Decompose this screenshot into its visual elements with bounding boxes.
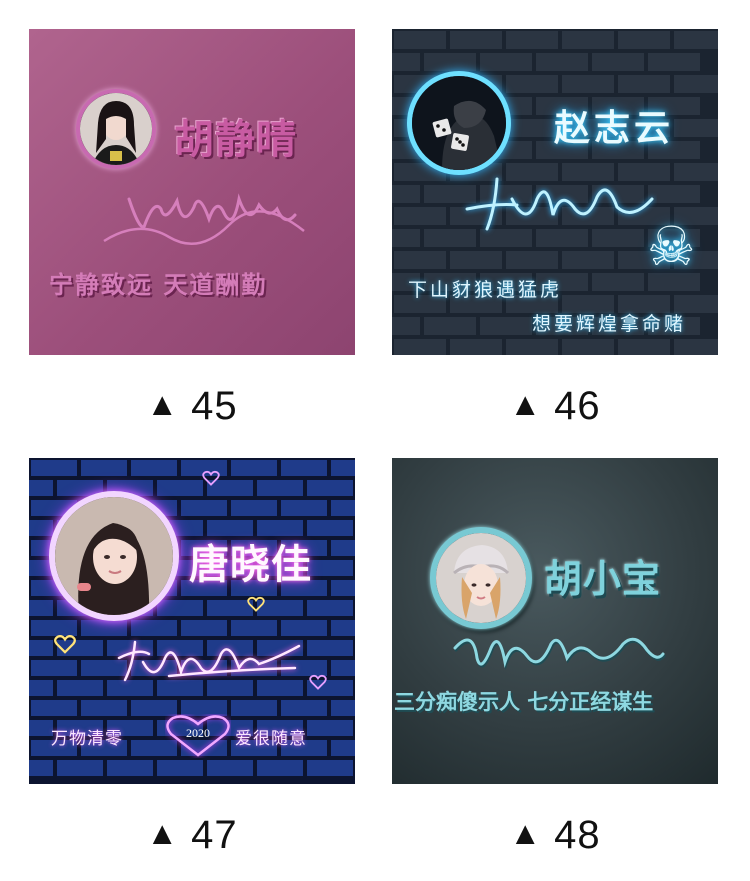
triangle-icon: ▲ [509, 815, 543, 851]
handwritten-signature [465, 177, 654, 231]
year-text: 2020 [186, 726, 210, 740]
caption-46: ▲ 46 [392, 384, 718, 429]
handwritten-signature [453, 637, 665, 668]
caption-48: ▲ 48 [392, 813, 718, 858]
motto-left-text: 万物清零 [51, 729, 123, 749]
avatar [407, 71, 511, 175]
signature-card-45[interactable]: 胡静晴 宁静致远 天道酬勤 [29, 29, 355, 355]
skull-icon: ☠ [647, 215, 696, 278]
heart-icon [247, 596, 265, 612]
avatar [430, 527, 532, 629]
heart-icon [202, 470, 220, 486]
triangle-icon: ▲ [509, 386, 543, 422]
name-title: 胡小宝 [544, 557, 662, 601]
triangle-icon: ▲ [146, 815, 180, 851]
slogan-line-2: 想要辉煌拿命赌 [532, 313, 687, 335]
caption-number: 47 [191, 813, 238, 857]
caption-number: 45 [191, 384, 238, 428]
signature-card-46[interactable]: 赵志云 ☠ 下山豺狼遇猛虎 想要辉煌拿命赌 [392, 29, 718, 355]
caption-number: 48 [554, 813, 601, 857]
avatar [76, 89, 156, 169]
caption-47: ▲ 47 [29, 813, 355, 858]
avatar [49, 491, 179, 621]
name-title: 唐晓佳 [189, 542, 312, 588]
signature-card-48[interactable]: 胡小宝 三分痴傻示人 七分正经谋生 [392, 458, 718, 784]
name-title: 赵志云 [554, 108, 675, 149]
triangle-icon: ▲ [146, 386, 180, 422]
handwritten-signature [117, 640, 301, 682]
caption-45: ▲ 45 [29, 384, 355, 429]
heart-icon [54, 635, 76, 654]
name-title: 胡静晴 [174, 117, 297, 163]
slogan-line-1: 下山豺狼遇猛虎 [408, 279, 563, 301]
heart-icon [309, 674, 327, 690]
caption-number: 46 [554, 384, 601, 428]
motto-text: 宁静致远 天道酬勤 [49, 271, 268, 299]
handwritten-signature [103, 193, 305, 245]
motto-text: 三分痴傻示人 七分正经谋生 [394, 690, 654, 714]
signature-card-47[interactable]: 唐晓佳 万物清零 2020 爱很随意 [29, 458, 355, 784]
motto-right-text: 爱很随意 [235, 729, 307, 749]
